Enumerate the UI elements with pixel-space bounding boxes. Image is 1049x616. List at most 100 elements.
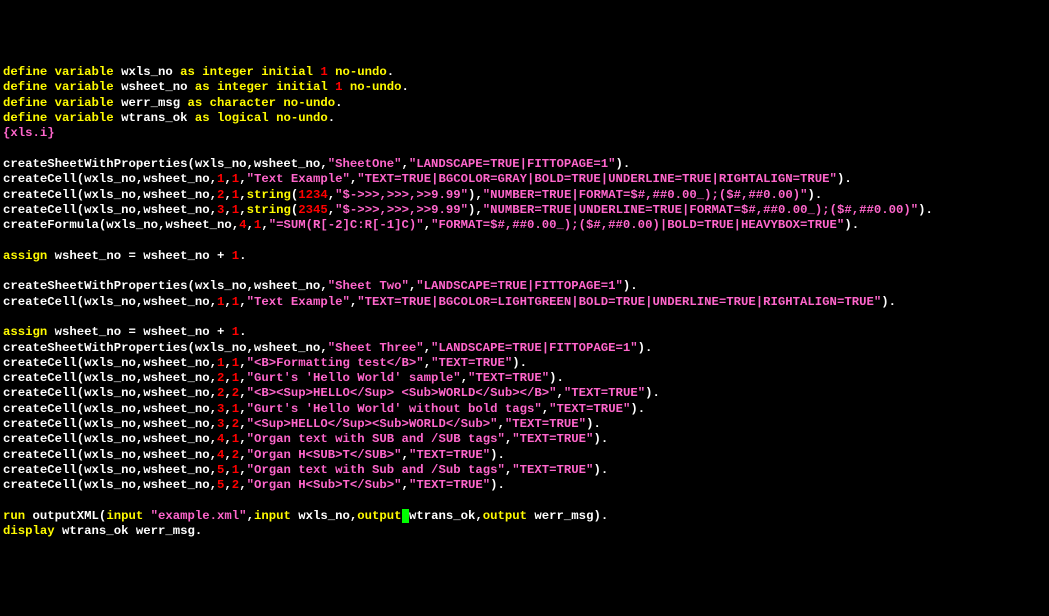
token-str: "Organ H<Sub>T</Sub>" <box>247 478 402 492</box>
token-num: 2345 <box>298 203 328 217</box>
code-line[interactable]: define variable werr_msg as character no… <box>3 96 1046 111</box>
token-plain: , <box>461 371 468 385</box>
token-plain: , <box>239 448 246 462</box>
token-plain: , <box>261 218 268 232</box>
code-line[interactable] <box>3 233 1046 248</box>
token-kw: define variable <box>3 80 114 94</box>
code-line[interactable] <box>3 264 1046 279</box>
token-plain: , <box>424 356 431 370</box>
token-plain: createCell(wxls_no,wsheet_no, <box>3 356 217 370</box>
token-plain: wsheet_no = wsheet_no + <box>47 325 231 339</box>
token-plain: werr_msg <box>114 96 188 110</box>
code-line[interactable]: define variable wtrans_ok as logical no-… <box>3 111 1046 126</box>
code-line[interactable]: createCell(wxls_no,wsheet_no,5,1,"Organ … <box>3 463 1046 478</box>
token-kw: no-undo <box>335 65 387 79</box>
token-plain: , <box>224 448 231 462</box>
token-num: 1 <box>335 80 342 94</box>
code-line[interactable]: define variable wsheet_no as integer ini… <box>3 80 1046 95</box>
code-line[interactable]: createCell(wxls_no,wsheet_no,3,1,"Gurt's… <box>3 402 1046 417</box>
token-plain: , <box>224 478 231 492</box>
code-line[interactable]: display wtrans_ok werr_msg. <box>3 524 1046 539</box>
code-line[interactable] <box>3 494 1046 509</box>
token-plain: . <box>387 65 394 79</box>
code-line[interactable]: createCell(wxls_no,wsheet_no,2,1,"Gurt's… <box>3 371 1046 386</box>
token-plain: , <box>224 295 231 309</box>
token-plain: createCell(wxls_no,wsheet_no, <box>3 203 217 217</box>
code-line[interactable]: assign wsheet_no = wsheet_no + 1. <box>3 249 1046 264</box>
token-kw: as character no-undo <box>188 96 336 110</box>
token-plain <box>143 509 150 523</box>
token-plain: ). <box>616 157 631 171</box>
token-plain: createCell(wxls_no,wsheet_no, <box>3 417 217 431</box>
code-line[interactable] <box>3 142 1046 157</box>
code-line[interactable]: createCell(wxls_no,wsheet_no,2,1,string(… <box>3 188 1046 203</box>
code-line[interactable]: createCell(wxls_no,wsheet_no,2,2,"<B><Su… <box>3 386 1046 401</box>
token-str: "example.xml" <box>151 509 247 523</box>
token-plain: , <box>239 402 246 416</box>
code-line[interactable]: define variable wxls_no as integer initi… <box>3 65 1046 80</box>
token-str: "=SUM(R[-2]C:R[-1]C)" <box>269 218 424 232</box>
token-str: "TEXT=TRUE" <box>564 386 645 400</box>
token-str: "Sheet Three" <box>328 341 424 355</box>
token-str: "TEXT=TRUE|BGCOLOR=LIGHTGREEN|BOLD=TRUE|… <box>357 295 881 309</box>
code-editor-viewport[interactable]: define variable wxls_no as integer initi… <box>3 65 1046 539</box>
code-line[interactable]: createCell(wxls_no,wsheet_no,4,1,"Organ … <box>3 432 1046 447</box>
token-str: "Text Example" <box>247 295 350 309</box>
code-line[interactable]: {xls.i} <box>3 126 1046 141</box>
token-num: 1 <box>320 65 327 79</box>
token-str: "<Sup>HELLO</Sup><Sub>WORLD</Sub>" <box>247 417 498 431</box>
token-plain: , <box>239 172 246 186</box>
token-plain: createCell(wxls_no,wsheet_no, <box>3 463 217 477</box>
token-plain: , <box>247 509 254 523</box>
token-plain: , <box>402 157 409 171</box>
code-line[interactable]: createCell(wxls_no,wsheet_no,3,1,string(… <box>3 203 1046 218</box>
code-line[interactable]: createCell(wxls_no,wsheet_no,1,1,"Text E… <box>3 172 1046 187</box>
token-plain: createCell(wxls_no,wsheet_no, <box>3 188 217 202</box>
token-str: "LANDSCAPE=TRUE|FITTOPAGE=1" <box>409 157 616 171</box>
token-plain: . <box>239 325 246 339</box>
token-plain: ). <box>512 356 527 370</box>
token-plain: , <box>424 218 431 232</box>
token-plain <box>3 310 10 324</box>
token-plain: , <box>239 203 246 217</box>
code-line[interactable]: createCell(wxls_no,wsheet_no,1,1,"Text E… <box>3 295 1046 310</box>
token-kw: as logical no-undo <box>195 111 328 125</box>
token-plain <box>3 494 10 508</box>
token-plain: wsheet_no <box>114 80 195 94</box>
code-line[interactable]: assign wsheet_no = wsheet_no + 1. <box>3 325 1046 340</box>
code-line[interactable]: createSheetWithProperties(wxls_no,wsheet… <box>3 157 1046 172</box>
token-plain: ), <box>468 203 483 217</box>
token-str: "NUMBER=TRUE|FORMAT=$#,##0.00_);($#,##0.… <box>483 188 808 202</box>
token-plain <box>3 264 10 278</box>
token-plain: , <box>224 172 231 186</box>
token-kw: as integer initial <box>195 80 328 94</box>
token-str: "TEXT=TRUE" <box>512 463 593 477</box>
code-line[interactable]: createCell(wxls_no,wsheet_no,4,2,"Organ … <box>3 448 1046 463</box>
code-line[interactable]: createCell(wxls_no,wsheet_no,1,1,"<B>For… <box>3 356 1046 371</box>
token-str: "TEXT=TRUE" <box>409 448 490 462</box>
token-plain: createCell(wxls_no,wsheet_no, <box>3 172 217 186</box>
token-plain: ). <box>549 371 564 385</box>
token-kw: output <box>483 509 527 523</box>
code-line[interactable]: createCell(wxls_no,wsheet_no,3,2,"<Sup>H… <box>3 417 1046 432</box>
token-cur <box>402 509 409 523</box>
code-line[interactable]: createCell(wxls_no,wsheet_no,5,2,"Organ … <box>3 478 1046 493</box>
token-plain: ). <box>630 402 645 416</box>
code-line[interactable] <box>3 310 1046 325</box>
token-str: "Sheet Two" <box>328 279 409 293</box>
token-plain: createCell(wxls_no,wsheet_no, <box>3 386 217 400</box>
token-plain <box>3 233 10 247</box>
token-plain: , <box>224 188 231 202</box>
code-line[interactable]: createFormula(wxls_no,wsheet_no,4,1,"=SU… <box>3 218 1046 233</box>
token-plain: , <box>239 295 246 309</box>
code-line[interactable]: createSheetWithProperties(wxls_no,wsheet… <box>3 341 1046 356</box>
token-plain: createCell(wxls_no,wsheet_no, <box>3 448 217 462</box>
token-str: "SheetOne" <box>328 157 402 171</box>
token-plain: , <box>402 448 409 462</box>
code-line[interactable]: run outputXML(input "example.xml",input … <box>3 509 1046 524</box>
token-plain: createSheetWithProperties(wxls_no,wsheet… <box>3 279 328 293</box>
token-plain: , <box>224 417 231 431</box>
code-line[interactable]: createSheetWithProperties(wxls_no,wsheet… <box>3 279 1046 294</box>
token-str: "Organ text with Sub and /Sub tags" <box>247 463 505 477</box>
token-str: "$->>>,>>>,>>9.99" <box>335 203 468 217</box>
